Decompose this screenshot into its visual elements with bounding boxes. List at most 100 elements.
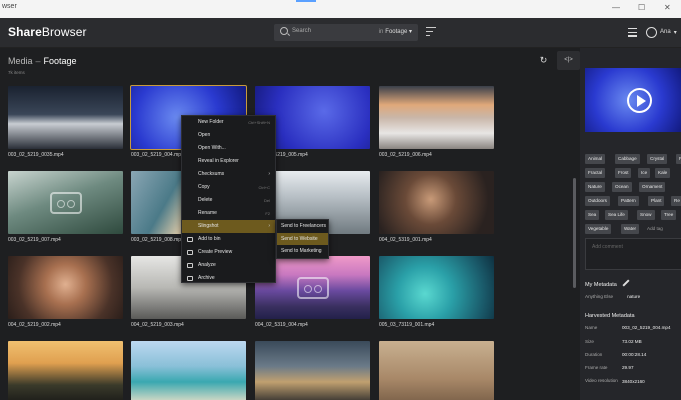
chevron-down-icon: ▾ [673, 29, 677, 36]
video-placeholder-icon [49, 191, 82, 214]
asset-card[interactable] [255, 341, 370, 400]
tag[interactable]: Ocean [612, 182, 632, 192]
tag[interactable]: Outdoors [585, 196, 610, 206]
tag[interactable]: Cabbage [615, 154, 640, 164]
menu-item-rename[interactable]: Rename F2 [182, 207, 275, 220]
search-icon [280, 27, 288, 35]
avatar-icon [646, 26, 657, 38]
preview-player[interactable] [585, 68, 681, 132]
chevron-down-icon: ▾ [408, 29, 412, 35]
tag[interactable]: Vegetable [585, 224, 612, 234]
asset-card[interactable]: 003_02_5219_007.mp4 [8, 171, 123, 243]
context-menu: New Folder Ctrl+Shift+N Open Open With...… [181, 115, 276, 283]
details-panel: Animal Cabbage Crystal Fo Fractal Frost … [580, 48, 681, 400]
thumbnail [8, 256, 123, 319]
metadata-field: Anything Else nature [585, 294, 641, 299]
menu-item-checksums[interactable]: Checksums › [182, 168, 275, 181]
tag[interactable]: Pattern [618, 196, 639, 206]
tag[interactable]: Sea Life [605, 210, 628, 220]
tag[interactable]: Nature [585, 182, 605, 192]
meta-row: Frame rate 29.97 [585, 365, 634, 370]
maximize-icon[interactable]: ☐ [638, 3, 645, 12]
item-count: 7k items [8, 70, 25, 75]
tag[interactable]: Ornament [639, 182, 666, 192]
menu-item-open[interactable]: Open [182, 129, 275, 142]
breadcrumb-current: Footage [43, 56, 77, 66]
preview-icon [187, 250, 193, 255]
toggle-panel-button[interactable]: <|> [557, 51, 580, 70]
breadcrumb: Media – Footage [8, 56, 77, 66]
menu-item-archive[interactable]: Archive [182, 272, 275, 285]
archive-icon [187, 276, 193, 281]
my-metadata-heading: My Metadata [585, 282, 617, 288]
meta-row: Video resolution 3840x2160 [585, 378, 645, 384]
slingshot-submenu: Send to Freelancers Send to Website Send… [276, 219, 329, 259]
filter-icon[interactable] [426, 27, 436, 37]
tag[interactable]: Tree [661, 210, 677, 220]
chevron-right-icon: › [268, 171, 270, 177]
top-bar: ShareBrowser Search in Footage ▾ Ana ▾ [0, 18, 681, 48]
chevron-right-icon: › [268, 223, 270, 229]
asset-card[interactable] [131, 341, 246, 400]
menu-item-send-marketing[interactable]: Send to Marketing [277, 245, 328, 258]
tag[interactable]: Re [671, 196, 681, 206]
close-icon[interactable]: ✕ [664, 3, 671, 12]
asset-card[interactable]: 003_02_5219_006.mp4 [379, 86, 494, 158]
tag[interactable]: Frost [615, 168, 632, 178]
scrollbar[interactable] [573, 178, 576, 288]
tag[interactable]: Animal [585, 154, 606, 164]
user-menu[interactable]: Ana ▾ [646, 26, 677, 38]
tag[interactable]: Snow [637, 210, 655, 220]
tag[interactable]: Fractal [585, 168, 606, 178]
thumbnail [131, 341, 246, 400]
meta-row: Name 003_02_5219_004.mp4 [585, 325, 671, 330]
tag[interactable]: Crystal [647, 154, 668, 164]
menu-item-open-with[interactable]: Open With... [182, 142, 275, 155]
window-titlebar: wser — ☐ ✕ [0, 0, 681, 18]
menu-item-reveal[interactable]: Reveal in Explorer [182, 155, 275, 168]
asset-card[interactable]: 004_02_5319_001.mp4 [379, 171, 494, 243]
asset-card[interactable]: 005_03_73119_001.mp4 [379, 256, 494, 328]
breadcrumb-root[interactable]: Media [8, 56, 33, 66]
menu-item-send-freelancers[interactable]: Send to Freelancers [277, 220, 328, 233]
menu-item-create-preview[interactable]: Create Preview [182, 246, 275, 259]
thumbnail [379, 86, 494, 149]
list-view-icon[interactable] [628, 28, 637, 37]
window-title: wser [2, 3, 17, 10]
tag[interactable]: Sea [585, 210, 600, 220]
menu-item-analyze[interactable]: Analyze [182, 259, 275, 272]
asset-card[interactable] [379, 341, 494, 400]
user-name: Ana [660, 29, 671, 35]
tab-indicator [296, 0, 316, 2]
tag[interactable]: Ice [638, 168, 651, 178]
refresh-icon[interactable]: ↻ [538, 55, 549, 66]
asset-card[interactable]: 004_02_5219_002.mp4 [8, 256, 123, 328]
search-placeholder: Search [292, 28, 312, 34]
menu-item-send-website[interactable]: Send to Website [277, 232, 328, 246]
comment-input[interactable]: Add comment [585, 238, 681, 270]
tag[interactable]: Plant [648, 196, 665, 206]
meta-row: Size 73.02 MB [585, 339, 642, 344]
thumbnail [255, 341, 370, 400]
tag[interactable]: Water [621, 224, 640, 234]
tag[interactable]: Fo [676, 154, 681, 164]
app-logo[interactable]: ShareBrowser [8, 25, 87, 39]
harvested-metadata-heading: Harvested Metadata [585, 313, 635, 319]
minimize-icon[interactable]: — [612, 3, 620, 12]
search-scope-dropdown[interactable]: in Footage ▾ [379, 28, 412, 35]
asset-card[interactable]: 003_02_5219_0035.mp4 [8, 86, 123, 158]
menu-item-slingshot[interactable]: Slingshot › [182, 220, 275, 233]
analyze-icon [187, 263, 193, 268]
edit-pencil-icon[interactable] [622, 279, 630, 287]
meta-row: Duration 00:00:28.14 [585, 352, 647, 357]
play-icon[interactable] [627, 88, 652, 113]
menu-item-delete[interactable]: Delete Del [182, 194, 275, 207]
menu-item-add-to-bin[interactable]: Add to bin [182, 233, 275, 246]
tag[interactable]: Kale [655, 168, 671, 178]
menu-item-new-folder[interactable]: New Folder Ctrl+Shift+N [182, 116, 275, 129]
thumbnail [379, 341, 494, 400]
asset-card[interactable] [8, 341, 123, 400]
search-input[interactable]: Search in Footage ▾ [274, 24, 418, 41]
menu-item-copy[interactable]: Copy Ctrl+C [182, 181, 275, 194]
add-tag-input[interactable]: Add tag [647, 226, 663, 231]
